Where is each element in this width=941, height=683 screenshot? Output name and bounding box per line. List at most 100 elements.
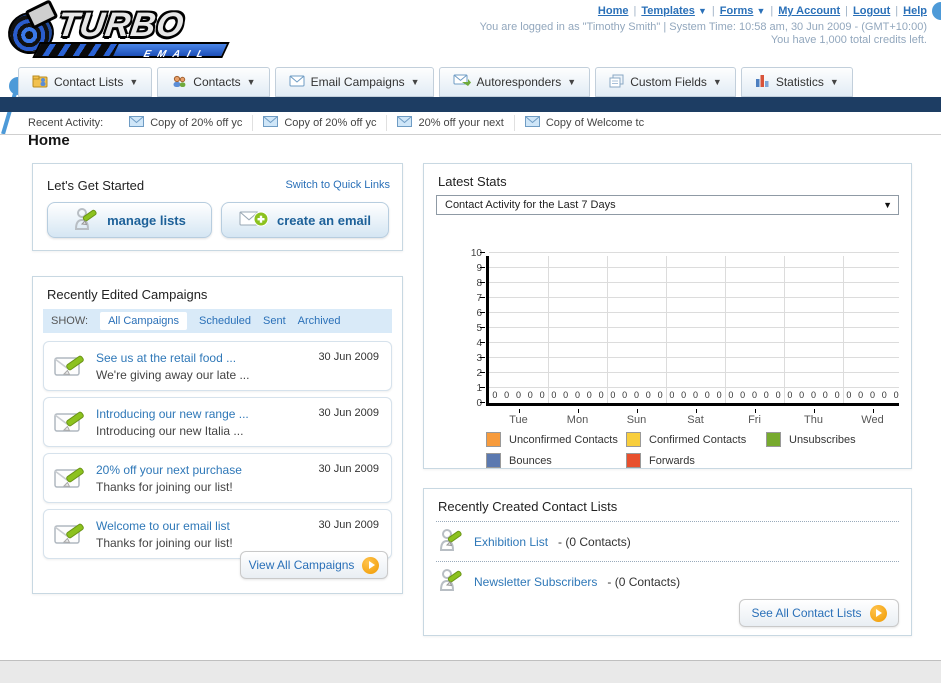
chevron-down-icon: ▼ — [829, 77, 839, 87]
contact-list-row[interactable]: Exhibition List - (0 Contacts) — [436, 521, 899, 561]
pages-icon — [609, 74, 624, 91]
data-value-label: 0 — [657, 390, 663, 400]
view-all-campaigns-button[interactable]: View All Campaigns — [240, 551, 388, 579]
campaigns-panel-title: Recently Edited Campaigns — [47, 287, 208, 302]
data-value-label: 0 — [504, 390, 510, 400]
header-link-help[interactable]: Help — [903, 5, 927, 17]
contact-activity-chart: 0 1 2 3 4 5 6 7 8 9 10 0 0 0 0 0 0 0 0 0 0 0 0 0 0 0 0 0 0 0 0 0 0 0 0 0 0 0 0… — [462, 246, 902, 426]
nav-separator: | — [633, 5, 637, 17]
tab-email-campaigns[interactable]: Email Campaigns ▼ — [274, 67, 434, 97]
logo-email-bar: EMAIL — [32, 42, 230, 60]
header-link-logout[interactable]: Logout — [853, 5, 890, 17]
envelope-pencil-icon — [54, 352, 86, 385]
nav-separator: | — [845, 5, 849, 17]
login-status-text: You are logged in as "Timothy Smith" | S… — [479, 21, 927, 33]
data-value-label: 0 — [810, 390, 816, 400]
contact-list-items: Exhibition List - (0 Contacts) Newsletter … — [436, 521, 899, 601]
campaign-title-link[interactable]: 20% off your next purchase — [96, 463, 242, 477]
contacts-icon — [171, 74, 187, 91]
envelope-icon — [524, 116, 540, 130]
campaign-filter-bar: SHOW: All Campaigns Scheduled Sent Archived — [43, 309, 392, 333]
nav-separator: | — [770, 5, 774, 17]
campaign-title-link[interactable]: Welcome to our email list — [96, 519, 230, 533]
data-value-label: 0 — [539, 390, 545, 400]
filter-all-campaigns[interactable]: All Campaigns — [100, 312, 187, 330]
gridline — [489, 252, 899, 253]
filter-scheduled[interactable]: Scheduled — [199, 315, 251, 327]
get-started-title: Let's Get Started — [47, 178, 145, 193]
campaign-row[interactable]: Introducing our new range ... Introducing… — [43, 397, 392, 447]
header-link-templates[interactable]: Templates — [641, 5, 695, 17]
tab-custom-fields[interactable]: Custom Fields ▼ — [595, 67, 736, 97]
envelope-icon — [263, 116, 279, 130]
chevron-down-icon: ▼ — [410, 77, 420, 87]
data-value-label: 0 — [551, 390, 557, 400]
legend-swatch-icon — [626, 453, 641, 468]
tab-autoresponders[interactable]: Autoresponders ▼ — [438, 67, 591, 97]
envelope-pencil-icon — [54, 520, 86, 553]
y-axis-tick — [480, 267, 485, 268]
contact-list-count: - (0 Contacts) — [607, 574, 681, 589]
data-value-label: 0 — [881, 390, 887, 400]
filter-sent[interactable]: Sent — [263, 315, 286, 327]
y-axis-tick — [480, 387, 485, 388]
show-label: SHOW: — [51, 315, 89, 327]
campaign-date: 30 Jun 2009 — [318, 519, 379, 531]
data-value-label: 0 — [574, 390, 580, 400]
nav-separator: | — [895, 5, 899, 17]
campaign-date: 30 Jun 2009 — [318, 351, 379, 363]
data-value-label: 0 — [846, 390, 852, 400]
latest-stats-panel: Latest Stats Contact Activity for the La… — [423, 163, 912, 469]
data-value-label: 0 — [610, 390, 616, 400]
gridline — [489, 357, 899, 358]
y-axis-tick-label: 9 — [476, 263, 482, 274]
contact-list-link[interactable]: Newsletter Subscribers — [474, 575, 597, 589]
data-value-label: 0 — [645, 390, 651, 400]
chart-plot-area: 0 1 2 3 4 5 6 7 8 9 10 0 0 0 0 0 0 0 0 0 0 0 0 0 0 0 0 0 0 0 0 0 0 0 0 0 0 0 0… — [471, 248, 899, 409]
recent-activity-item[interactable]: Copy of 20% off yc — [119, 115, 252, 131]
data-value-label: 0 — [763, 390, 769, 400]
switch-quick-links-link[interactable]: Switch to Quick Links — [285, 179, 390, 191]
gridline — [489, 387, 899, 388]
recent-activity-item[interactable]: 20% off your next — [386, 115, 513, 131]
envelope-icon — [397, 116, 413, 130]
tab-statistics[interactable]: Statistics ▼ — [740, 67, 853, 97]
x-axis-tick-label: Sun — [626, 414, 647, 426]
y-axis-tick-label: 8 — [476, 278, 482, 289]
data-value-label: 0 — [598, 390, 604, 400]
gridline — [548, 256, 549, 403]
y-axis-tick — [480, 312, 485, 313]
data-value-label: 0 — [563, 390, 569, 400]
y-axis-tick — [480, 357, 485, 358]
legend-item: Forwards — [626, 453, 766, 468]
campaign-row[interactable]: See us at the retail food ... We're givin… — [43, 341, 392, 391]
data-value-label: 0 — [527, 390, 533, 400]
x-axis-tick — [872, 409, 874, 413]
recent-activity-item[interactable]: Copy of 20% off yc — [252, 115, 386, 131]
campaign-subtitle: Thanks for joining our list! — [96, 536, 233, 550]
page-content: TURBO EMAIL Home | Templates ▼ | Forms ▼ | My … — [0, 0, 941, 661]
campaign-title-link[interactable]: See us at the retail food ... — [96, 351, 236, 365]
legend-item: Unconfirmed Contacts — [486, 432, 626, 447]
contact-list-row[interactable]: Newsletter Subscribers - (0 Contacts) — [436, 561, 899, 601]
filter-archived[interactable]: Archived — [298, 315, 341, 327]
header-link-home[interactable]: Home — [598, 5, 629, 17]
contact-list-link[interactable]: Exhibition List — [474, 535, 548, 549]
tab-contacts[interactable]: Contacts ▼ — [157, 67, 270, 97]
recent-activity-item[interactable]: Copy of Welcome tc — [513, 115, 654, 131]
see-all-contact-lists-button[interactable]: See All Contact Lists — [739, 599, 899, 627]
create-email-button[interactable]: create an email — [221, 202, 389, 238]
manage-lists-button[interactable]: manage lists — [47, 202, 212, 238]
stats-report-select[interactable]: Contact Activity for the Last 7 Days ▼ — [436, 195, 899, 215]
chevron-down-icon: ▼ — [567, 77, 577, 87]
campaign-row[interactable]: 20% off your next purchase Thanks for joi… — [43, 453, 392, 503]
data-value-label: 0 — [492, 390, 498, 400]
campaign-title-link[interactable]: Introducing our new range ... — [96, 407, 249, 421]
header-link-my-account[interactable]: My Account — [778, 5, 840, 17]
tab-contact-lists[interactable]: Contact Lists ▼ — [18, 67, 153, 97]
header-link-forms[interactable]: Forms — [720, 5, 754, 17]
turbo-email-logo[interactable]: TURBO EMAIL — [5, 4, 256, 60]
chevron-down-icon: ▼ — [756, 6, 766, 16]
y-axis-tick-label: 1 — [476, 383, 482, 394]
recent-activity-label: Recent Activity: — [28, 117, 104, 129]
